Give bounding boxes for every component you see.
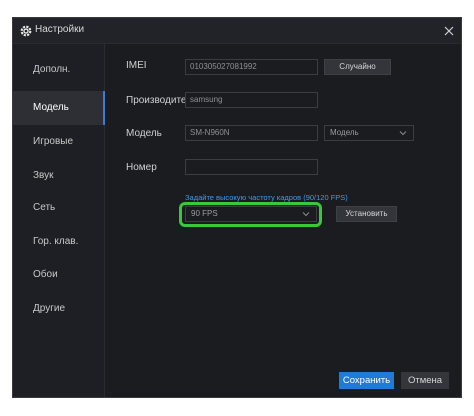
sidebar-item-advanced[interactable]: Дополн. (13, 53, 105, 87)
sidebar-item-game[interactable]: Игровые (13, 125, 105, 159)
sidebar-item-model[interactable]: Модель (13, 91, 105, 125)
manufacturer-field[interactable]: samsung (185, 92, 318, 108)
imei-field[interactable]: 010305027081992 (185, 59, 318, 75)
close-icon[interactable] (442, 24, 456, 38)
sidebar-item-sound[interactable]: Звук (13, 159, 105, 193)
model-select-value: Модель (330, 128, 359, 137)
model-settings-panel: IMEI 010305027081992 Случайно Производит… (106, 44, 461, 397)
title-bar: Настройки (13, 18, 461, 44)
sidebar-item-other[interactable]: Другие (13, 292, 105, 326)
install-button[interactable]: Установить (336, 206, 397, 222)
window-title: Настройки (35, 24, 85, 35)
number-field[interactable] (185, 159, 318, 175)
model-field[interactable]: SM-N960N (185, 125, 318, 141)
settings-window: Настройки Дополн. Модель Игровые Звук Се… (12, 17, 462, 398)
chevron-down-icon (399, 131, 407, 136)
model-label: Модель (126, 128, 162, 139)
imei-label: IMEI (126, 60, 147, 71)
save-button[interactable]: Сохранить (339, 372, 394, 389)
settings-sidebar: Дополн. Модель Игровые Звук Сеть Гор. кл… (13, 44, 105, 397)
fps-hint: Задайте высокую частоту кадров (90/120 F… (185, 193, 348, 202)
sidebar-item-network[interactable]: Сеть (13, 191, 105, 225)
gear-icon (20, 25, 32, 37)
number-label: Номер (126, 162, 157, 173)
random-button[interactable]: Случайно (324, 59, 391, 75)
fps-select[interactable]: 90 FPS (185, 206, 317, 222)
sidebar-item-hotkeys[interactable]: Гор. клав. (13, 225, 105, 259)
model-select[interactable]: Модель (324, 125, 414, 141)
sidebar-item-wallpaper[interactable]: Обои (13, 258, 105, 292)
chevron-down-icon (302, 212, 310, 217)
cancel-button[interactable]: Отмена (401, 372, 449, 389)
fps-select-value: 90 FPS (191, 209, 218, 218)
